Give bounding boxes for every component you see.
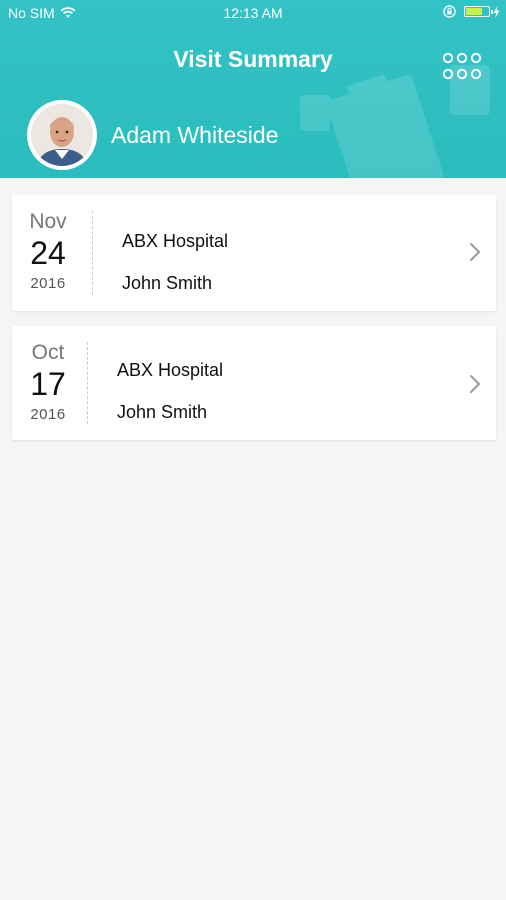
visit-month: Oct (31, 341, 65, 364)
avatar[interactable] (27, 100, 97, 170)
profile-name: Adam Whiteside (111, 122, 279, 148)
visit-month: Nov (29, 210, 67, 233)
chevron-right-icon (470, 375, 480, 393)
orientation-lock-icon (443, 5, 456, 18)
visit-day: 24 (30, 235, 66, 271)
visit-doctor: John Smith (122, 273, 213, 293)
status-right (443, 5, 500, 18)
visit-hospital: ABX Hospital (117, 360, 224, 380)
grid-menu-button[interactable] (440, 50, 484, 82)
visit-list: Nov 24 2016 ABX Hospital John Smith Oct … (12, 195, 496, 455)
status-time: 12:13 AM (223, 5, 283, 21)
visit-year: 2016 (30, 275, 66, 292)
battery-level (466, 8, 482, 15)
visit-doctor: John Smith (117, 402, 208, 422)
charging-bolt-icon (493, 5, 500, 18)
header: No SIM 12:13 AM Visit Summary Adam White… (0, 0, 506, 178)
status-bar: No SIM 12:13 AM (0, 0, 506, 26)
visit-hospital: ABX Hospital (122, 231, 229, 251)
avatar-photo (31, 104, 93, 166)
visit-card[interactable]: Oct 17 2016 ABX Hospital John Smith (12, 326, 496, 440)
visit-card[interactable]: Nov 24 2016 ABX Hospital John Smith (12, 195, 496, 311)
person-portrait-icon (31, 104, 93, 166)
date-divider (92, 211, 93, 295)
visit-year: 2016 (30, 406, 66, 423)
date-divider (87, 342, 88, 424)
page-title: Visit Summary (173, 46, 333, 72)
battery-icon (464, 6, 493, 17)
chevron-right-icon (470, 243, 480, 261)
visit-summary-screen: No SIM 12:13 AM Visit Summary Adam White… (0, 0, 506, 900)
visit-day: 17 (30, 366, 66, 402)
